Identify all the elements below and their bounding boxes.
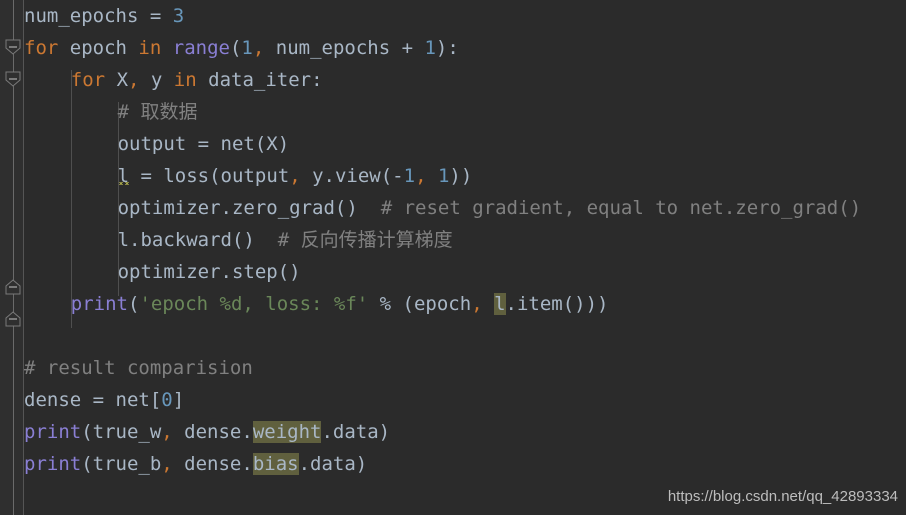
- code-token: output = net(X): [117, 133, 290, 155]
- fold-rail-top: [13, 0, 14, 40]
- code-token: dense.: [172, 421, 253, 443]
- code-token: l: [117, 165, 130, 187]
- code-token: ,: [415, 165, 427, 187]
- editor-gutter[interactable]: [0, 0, 24, 515]
- code-line[interactable]: optimizer.zero_grad() # reset gradient, …: [118, 192, 862, 224]
- code-token: print: [70, 293, 128, 315]
- code-token: dense.: [172, 453, 253, 475]
- code-line[interactable]: for epoch in range(1, num_epochs + 1):: [24, 32, 459, 64]
- fold-rail-bottom: [13, 326, 14, 515]
- fold-end-marker-inner[interactable]: [4, 278, 22, 296]
- code-token: optimizer.step(): [117, 261, 301, 283]
- code-token: for: [24, 37, 59, 59]
- code-token: 1: [437, 165, 450, 187]
- code-token: range: [172, 37, 230, 59]
- code-token: % (epoch: [368, 293, 472, 315]
- code-token: =: [138, 5, 173, 27]
- code-token: 'epoch %d, loss: %f': [139, 293, 369, 315]
- code-token: .data): [298, 453, 368, 475]
- code-token: num_epochs: [24, 5, 139, 27]
- code-token: ,: [289, 165, 301, 187]
- code-token: (true_b: [81, 453, 162, 475]
- code-token: 1: [424, 37, 436, 59]
- code-token: (: [229, 37, 242, 59]
- code-token: # 取数据: [117, 101, 198, 123]
- code-token: print: [24, 453, 82, 475]
- fold-collapse-marker-for-batch[interactable]: [4, 70, 22, 88]
- fold-collapse-marker-for-epoch[interactable]: [4, 38, 22, 56]
- code-token: ,: [128, 69, 140, 91]
- code-token: weight: [252, 421, 322, 443]
- code-token: ]: [172, 389, 185, 411]
- code-editor[interactable]: num_epochs = 3 for epoch in range(1, num_…: [0, 0, 906, 515]
- code-token: y.view(-: [300, 165, 404, 187]
- code-token: for: [70, 69, 106, 91]
- code-token: 3: [172, 5, 185, 27]
- code-token: ):: [435, 37, 459, 59]
- code-line[interactable]: # 取数据: [118, 96, 198, 128]
- code-line[interactable]: for X, y in data_iter:: [71, 64, 323, 96]
- code-token: (: [128, 293, 140, 315]
- code-line[interactable]: # result comparision: [24, 352, 253, 384]
- code-line[interactable]: print(true_b, dense.bias.data): [24, 448, 367, 480]
- code-token: y: [139, 69, 174, 91]
- code-token: )): [449, 165, 473, 187]
- code-token: ,: [252, 37, 265, 59]
- code-token: in: [173, 69, 197, 91]
- code-line[interactable]: dense = net[0]: [24, 384, 184, 416]
- code-token: epoch: [58, 37, 139, 59]
- code-token: l.backward(): [117, 229, 255, 251]
- code-token: # 反向传播计算梯度: [254, 229, 453, 251]
- code-token: # reset gradient, equal to net.zero_grad…: [357, 197, 862, 219]
- code-line[interactable]: print('epoch %d, loss: %f' % (epoch, l.i…: [71, 288, 609, 320]
- code-token: optimizer.zero_grad(): [117, 197, 358, 219]
- code-token: data_iter:: [196, 69, 323, 91]
- fold-rail-body: [13, 86, 14, 280]
- code-line[interactable]: num_epochs = 3: [24, 0, 184, 32]
- code-token: # result comparision: [24, 357, 253, 379]
- fold-end-marker-outer[interactable]: [4, 310, 22, 328]
- code-token: dense = net[: [24, 389, 162, 411]
- code-token: num_epochs +: [264, 37, 425, 59]
- code-token: ,: [161, 453, 173, 475]
- code-token: ,: [471, 293, 483, 315]
- code-token: .item())): [505, 293, 609, 315]
- code-token: 1: [403, 165, 416, 187]
- code-line[interactable]: optimizer.step(): [118, 256, 301, 288]
- code-token: (true_w: [81, 421, 162, 443]
- code-line[interactable]: l.backward() # 反向传播计算梯度: [118, 224, 453, 256]
- code-token: ,: [161, 421, 173, 443]
- code-token: l: [494, 293, 506, 315]
- code-line[interactable]: output = net(X): [118, 128, 290, 160]
- code-token: in: [138, 37, 162, 59]
- code-token: print: [24, 421, 82, 443]
- code-token: = loss(output: [129, 165, 290, 187]
- code-line[interactable]: print(true_w, dense.weight.data): [24, 416, 390, 448]
- code-content[interactable]: num_epochs = 3 for epoch in range(1, num_…: [24, 0, 906, 515]
- code-token: .data): [321, 421, 391, 443]
- code-token: 0: [161, 389, 173, 411]
- code-token: 1: [241, 37, 253, 59]
- code-token: bias: [252, 453, 299, 475]
- code-line[interactable]: l = loss(output, y.view(-1, 1)): [117, 160, 473, 192]
- code-token: X: [105, 69, 129, 91]
- watermark-text: https://blog.csdn.net/qq_42893334: [667, 488, 898, 505]
